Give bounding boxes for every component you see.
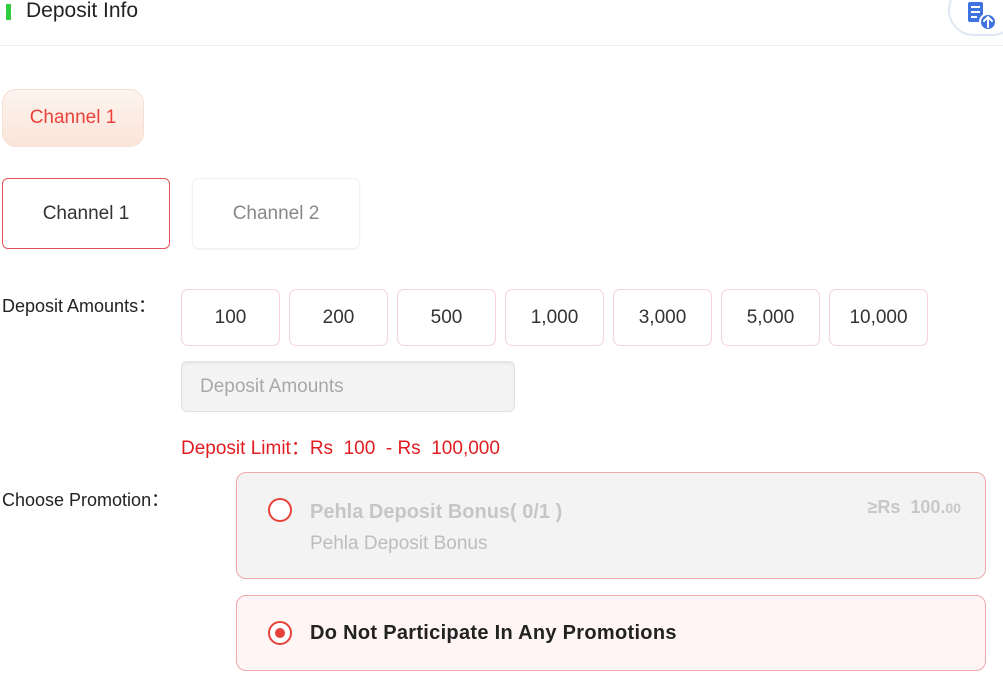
choose-promotion-label: Choose Promotion： — [2, 490, 170, 510]
radio-dot — [275, 628, 285, 638]
promotion-name: Pehla Deposit Bonus( 0/1 ) — [310, 501, 563, 523]
deposit-limit-text: Deposit Limit：Rs 100 - Rs 100,000 — [181, 438, 500, 459]
page-header: Deposit Info — [0, 0, 1003, 46]
radio-selected[interactable] — [268, 621, 292, 645]
promotion-description: Pehla Deposit Bonus — [310, 533, 488, 554]
page-title: Deposit Info — [26, 0, 139, 22]
deposit-amount-input[interactable] — [181, 361, 515, 412]
amount-button-500[interactable]: 500 — [397, 289, 496, 346]
title-accent-bar — [6, 4, 11, 20]
promotion-min-prefix: ≥Rs — [867, 497, 911, 517]
channel-option-2[interactable]: Channel 2 — [192, 178, 360, 249]
amount-button-10000[interactable]: 10,000 — [829, 289, 928, 346]
promotion-name: Do Not Participate In Any Promotions — [310, 622, 677, 644]
amount-button-100[interactable]: 100 — [181, 289, 280, 346]
promotion-min-cents: 00 — [945, 500, 961, 516]
promotion-min-value: 100. — [910, 497, 946, 517]
deposit-history-button[interactable] — [948, 0, 1003, 36]
promotion-minimum: ≥Rs 100.00 — [867, 497, 961, 518]
deposit-amounts-label: Deposit Amounts： — [2, 296, 157, 316]
promotion-option-no-participation[interactable]: Do Not Participate In Any Promotions — [236, 595, 986, 671]
radio-unselected[interactable] — [268, 498, 292, 522]
amount-button-200[interactable]: 200 — [289, 289, 388, 346]
amount-button-5000[interactable]: 5,000 — [721, 289, 820, 346]
channel-tab-1[interactable]: Channel 1 — [2, 89, 144, 147]
document-upload-icon — [968, 2, 997, 30]
amount-button-1000[interactable]: 1,000 — [505, 289, 604, 346]
channel-option-1[interactable]: Channel 1 — [2, 178, 170, 249]
amount-button-3000[interactable]: 3,000 — [613, 289, 712, 346]
promotion-option-pehla-bonus[interactable]: Pehla Deposit Bonus( 0/1 ) Pehla Deposit… — [236, 472, 986, 579]
